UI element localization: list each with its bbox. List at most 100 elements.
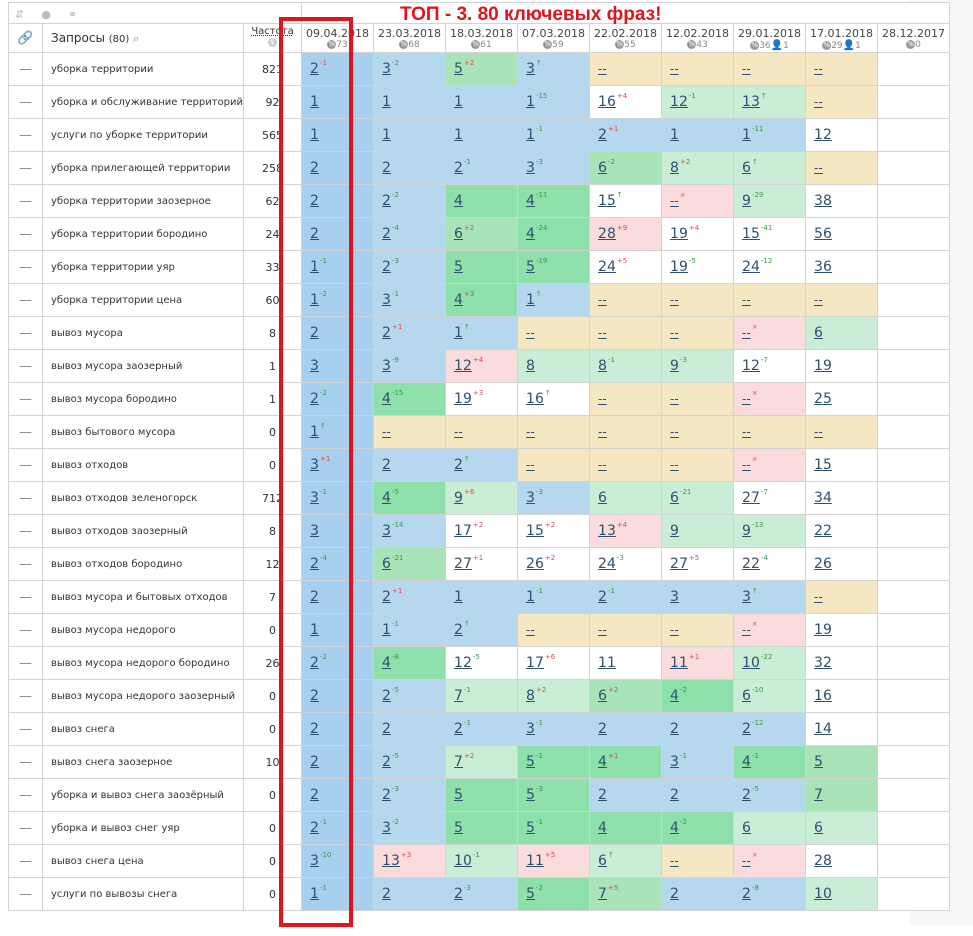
position-cell[interactable]: -- xyxy=(733,415,807,449)
position-cell[interactable]: 2↑ xyxy=(445,448,519,482)
no-position[interactable]: -- xyxy=(670,854,679,868)
position-cell[interactable]: 28 xyxy=(805,844,879,878)
no-position[interactable]: -- xyxy=(742,854,751,868)
row-toggle[interactable]: — xyxy=(8,646,43,680)
position-cell[interactable]: 4+3 xyxy=(445,283,519,317)
position-cell[interactable]: 3-14 xyxy=(373,514,447,548)
position-link[interactable]: 2 xyxy=(310,160,319,176)
position-cell[interactable]: 2 xyxy=(301,712,375,746)
position-cell[interactable]: 34 xyxy=(805,481,879,515)
position-cell[interactable]: 10-1 xyxy=(445,844,519,878)
position-link[interactable]: 13 xyxy=(742,94,760,110)
position-cell[interactable]: 25 xyxy=(805,382,879,416)
position-cell[interactable] xyxy=(877,349,951,383)
no-position[interactable]: -- xyxy=(814,161,823,175)
row-toggle[interactable]: — xyxy=(8,613,43,647)
position-link[interactable]: 3 xyxy=(526,61,535,77)
no-position[interactable]: -- xyxy=(382,425,391,439)
position-link[interactable]: 2 xyxy=(310,688,319,704)
position-cell[interactable]: --× xyxy=(733,382,807,416)
no-position[interactable]: -- xyxy=(526,326,535,340)
position-link[interactable]: 17 xyxy=(454,523,472,539)
position-cell[interactable]: 2↑ xyxy=(445,613,519,647)
position-cell[interactable]: 3 xyxy=(301,514,375,548)
position-cell[interactable]: 4-24 xyxy=(517,217,591,251)
position-link[interactable]: 4 xyxy=(382,391,391,407)
position-link[interactable]: 2 xyxy=(742,787,751,803)
position-link[interactable]: 7 xyxy=(454,688,463,704)
position-cell[interactable]: -- xyxy=(805,85,879,119)
position-cell[interactable]: 8+2 xyxy=(517,679,591,713)
position-link[interactable]: 5 xyxy=(526,820,535,836)
position-link[interactable]: 9 xyxy=(742,523,751,539)
row-toggle[interactable]: — xyxy=(8,448,43,482)
no-position[interactable]: -- xyxy=(526,458,535,472)
position-cell[interactable]: 10 xyxy=(805,877,879,911)
no-position[interactable]: -- xyxy=(598,62,607,76)
position-cell[interactable]: -- xyxy=(445,415,519,449)
position-cell[interactable]: 2 xyxy=(301,679,375,713)
position-link[interactable]: 19 xyxy=(814,622,832,638)
position-link[interactable]: 26 xyxy=(814,556,832,572)
date-header-6[interactable]: 29.01.2018 %36 👤1 xyxy=(733,23,807,53)
position-cell[interactable]: -- xyxy=(805,415,879,449)
position-cell[interactable]: 2 xyxy=(589,778,663,812)
no-position[interactable]: -- xyxy=(598,623,607,637)
position-cell[interactable]: 1 xyxy=(301,85,375,119)
position-cell[interactable]: 2 xyxy=(661,877,735,911)
no-position[interactable]: -- xyxy=(814,293,823,307)
position-cell[interactable]: 1-2 xyxy=(301,283,375,317)
row-toggle[interactable]: — xyxy=(8,745,43,779)
position-link[interactable]: 6 xyxy=(670,490,679,506)
position-link[interactable]: 32 xyxy=(814,655,832,671)
row-toggle[interactable]: — xyxy=(8,217,43,251)
position-cell[interactable]: 1↑ xyxy=(301,415,375,449)
position-cell[interactable] xyxy=(877,844,951,878)
position-cell[interactable]: 1 xyxy=(373,118,447,152)
position-cell[interactable]: -- xyxy=(661,52,735,86)
position-cell[interactable]: 6-2 xyxy=(589,151,663,185)
position-link[interactable]: 22 xyxy=(814,523,832,539)
position-link[interactable]: 2 xyxy=(454,622,463,638)
position-cell[interactable] xyxy=(877,547,951,581)
row-toggle[interactable]: — xyxy=(8,712,43,746)
position-link[interactable]: 4 xyxy=(598,820,607,836)
position-cell[interactable]: 2-3 xyxy=(445,877,519,911)
row-toggle[interactable]: — xyxy=(8,283,43,317)
position-cell[interactable]: 2-3 xyxy=(373,250,447,284)
position-cell[interactable]: 5 xyxy=(445,250,519,284)
position-cell[interactable] xyxy=(877,679,951,713)
position-cell[interactable]: 8-1 xyxy=(589,349,663,383)
position-link[interactable]: 1 xyxy=(526,94,535,110)
position-cell[interactable]: 2-8 xyxy=(733,877,807,911)
position-cell[interactable]: 1↑ xyxy=(445,316,519,350)
position-cell[interactable]: 13+4 xyxy=(589,514,663,548)
position-link[interactable]: 2 xyxy=(598,589,607,605)
position-link[interactable]: 2 xyxy=(382,160,391,176)
position-link[interactable]: 4 xyxy=(382,655,391,671)
position-link[interactable]: 5 xyxy=(526,259,535,275)
position-cell[interactable]: -- xyxy=(589,613,663,647)
row-toggle[interactable]: — xyxy=(8,547,43,581)
position-cell[interactable] xyxy=(877,745,951,779)
row-toggle[interactable]: — xyxy=(8,778,43,812)
date-header-4[interactable]: 22.02.2018 %55 xyxy=(589,23,663,53)
position-link[interactable]: 1 xyxy=(310,292,319,308)
position-cell[interactable]: 4 xyxy=(445,184,519,218)
position-link[interactable]: 10 xyxy=(742,655,760,671)
position-link[interactable]: 2 xyxy=(670,886,679,902)
position-link[interactable]: 8 xyxy=(598,358,607,374)
position-cell[interactable]: 28+9 xyxy=(589,217,663,251)
position-link[interactable]: 8 xyxy=(526,358,535,374)
position-cell[interactable]: 26+2 xyxy=(517,547,591,581)
position-cell[interactable] xyxy=(877,382,951,416)
position-link[interactable]: 27 xyxy=(742,490,760,506)
position-link[interactable]: 19 xyxy=(670,259,688,275)
position-link[interactable]: 4 xyxy=(454,292,463,308)
position-cell[interactable]: 5 xyxy=(445,778,519,812)
position-cell[interactable]: 1-11 xyxy=(733,118,807,152)
chain-icon[interactable]: ⚭ xyxy=(68,8,77,21)
no-position[interactable]: -- xyxy=(742,425,751,439)
position-cell[interactable]: 3 xyxy=(661,580,735,614)
no-position[interactable]: -- xyxy=(742,392,751,406)
